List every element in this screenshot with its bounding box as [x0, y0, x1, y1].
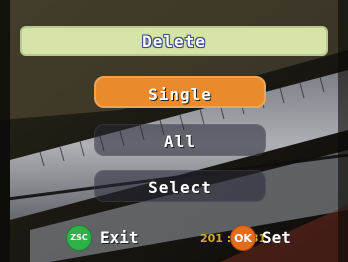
- ok-button-text: OK: [234, 232, 252, 245]
- ok-button-icon[interactable]: OK: [230, 225, 256, 251]
- zsc-button-icon[interactable]: ZSC: [66, 225, 92, 251]
- menu-title-bar: Delete: [20, 26, 328, 56]
- menu-option-label: Single: [148, 85, 212, 104]
- camera-screen: Delete Single All Select ZSC Exit 201 :5…: [0, 0, 348, 262]
- menu-option-label: All: [164, 132, 196, 151]
- menu-option-label: Select: [148, 178, 212, 197]
- menu-option-single[interactable]: Single: [94, 76, 266, 108]
- footer-bar: ZSC Exit 201 :55:31 OK Set: [0, 222, 348, 254]
- menu-option-all[interactable]: All: [94, 124, 266, 156]
- set-label: Set: [262, 228, 291, 247]
- zsc-button-text: ZSC: [70, 233, 88, 242]
- menu-option-select[interactable]: Select: [94, 170, 266, 202]
- menu-title: Delete: [142, 32, 206, 51]
- exit-label: Exit: [100, 228, 139, 247]
